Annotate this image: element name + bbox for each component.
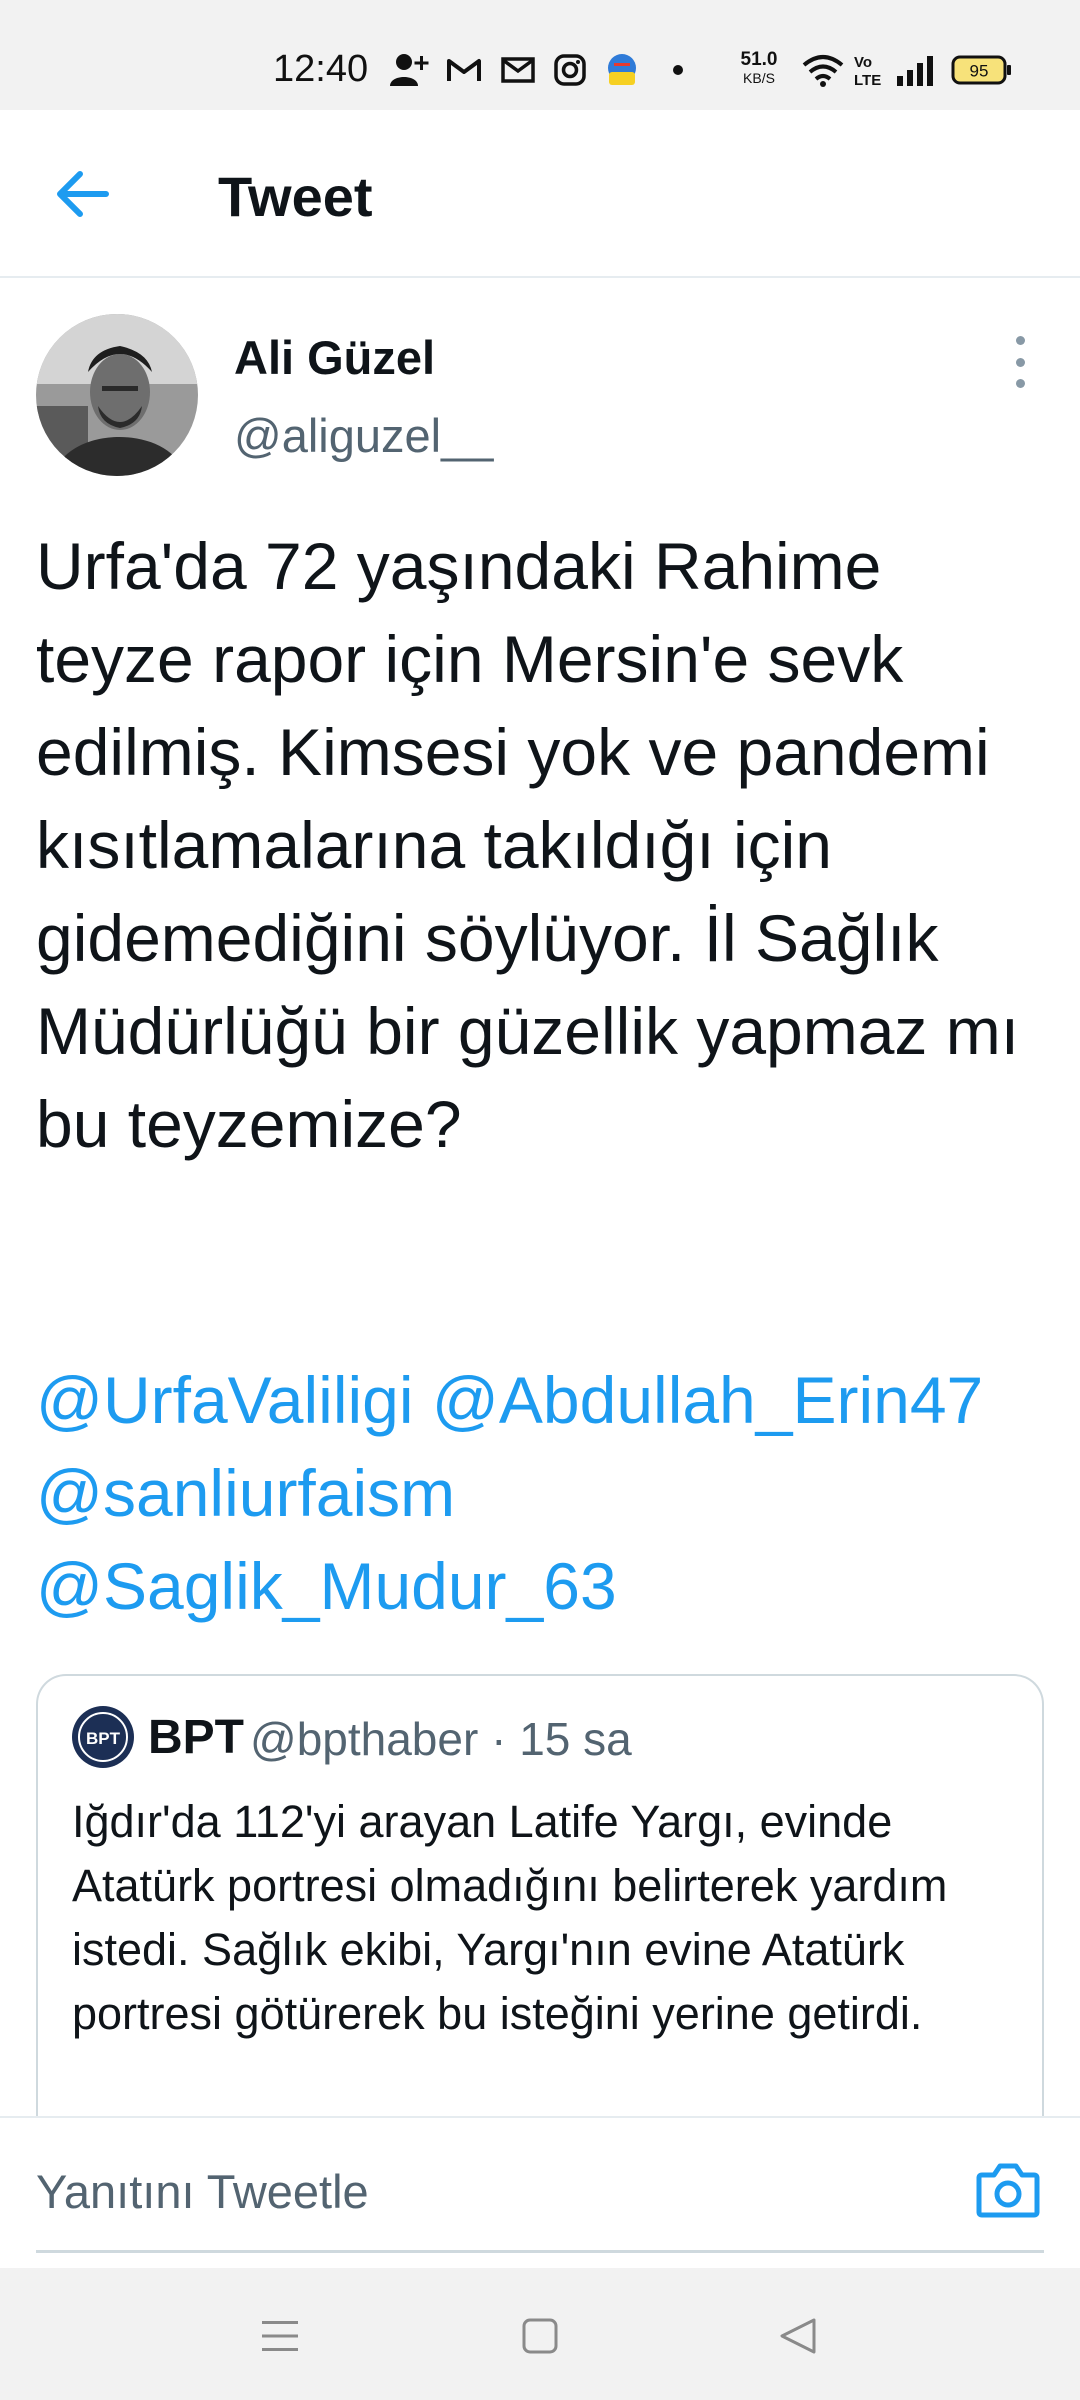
mail-icon <box>496 50 540 90</box>
camera-icon <box>976 2163 1040 2218</box>
quoted-avatar-text: BPT <box>86 1729 121 1748</box>
quoted-meta: @bpthaber · 15 sa <box>250 1712 632 1766</box>
net-speed: 51.0 KB/S <box>733 50 785 88</box>
author-handle[interactable]: @aliguzel__ <box>234 408 493 463</box>
wifi-icon <box>800 50 846 90</box>
quoted-author-name: BPT <box>148 1711 244 1764</box>
quoted-time: 15 sa <box>519 1713 632 1765</box>
camera-button[interactable] <box>972 2154 1044 2226</box>
tweet-mentions: @UrfaValiligi @Abdullah_Erin47 @sanliurf… <box>36 1354 1046 1633</box>
avatar[interactable] <box>36 314 198 476</box>
quoted-avatar: BPT <box>72 1706 134 1768</box>
page-title: Tweet <box>218 165 373 228</box>
battery-level: 95 <box>970 62 989 81</box>
person-add-icon <box>388 50 432 90</box>
reply-underline <box>36 2250 1044 2253</box>
back-triangle-icon[interactable] <box>766 2304 830 2368</box>
svg-text:Vo: Vo <box>854 54 872 71</box>
battery-icon: 95 <box>950 50 1014 90</box>
tweet-text: Urfa'da 72 yaşındaki Rahime teyze rapor … <box>36 529 1020 1161</box>
arrow-left-icon <box>57 171 109 217</box>
gmail-icon <box>442 50 486 90</box>
net-speed-value: 51.0 <box>740 49 778 70</box>
volte-icon: Vo LTE <box>850 50 886 90</box>
app-header: Tweet <box>0 110 1080 278</box>
system-nav-bar <box>0 2268 1080 2400</box>
status-time: 12:40 <box>273 48 369 90</box>
more-options-icon[interactable] <box>1000 336 1040 388</box>
quoted-separator: · <box>491 1713 507 1765</box>
mention-link[interactable]: @sanliurfaism <box>36 1456 455 1530</box>
instagram-icon <box>548 50 592 90</box>
dot-icon <box>660 50 696 90</box>
app-badge-icon <box>600 50 644 90</box>
quoted-tweet[interactable]: BPT BPT @bpthaber · 15 sa Iğdır'da 112'y… <box>36 1674 1044 2154</box>
home-square-icon[interactable] <box>508 2304 572 2368</box>
reply-bar: Yanıtını Tweetle <box>0 2116 1080 2266</box>
menu-icon[interactable] <box>248 2304 312 2368</box>
quoted-text: Iğdır'da 112'yi arayan Latife Yargı, evi… <box>72 1796 948 2039</box>
mention-link[interactable]: @Saglik_Mudur_63 <box>36 1549 617 1623</box>
svg-text:LTE: LTE <box>854 72 881 88</box>
mention-link[interactable]: @UrfaValiligi <box>36 1363 414 1437</box>
net-speed-unit: KB/S <box>743 70 775 86</box>
reply-input[interactable]: Yanıtını Tweetle <box>36 2164 369 2219</box>
author-name[interactable]: Ali Güzel <box>234 330 435 385</box>
quoted-author-handle: @bpthaber <box>250 1713 479 1765</box>
signal-icon <box>892 50 938 90</box>
status-bar: 12:40 51.0 KB/S Vo LTE 95 <box>0 0 1080 110</box>
back-button[interactable] <box>44 156 120 232</box>
mention-link[interactable]: @Abdullah_Erin47 <box>432 1363 983 1437</box>
